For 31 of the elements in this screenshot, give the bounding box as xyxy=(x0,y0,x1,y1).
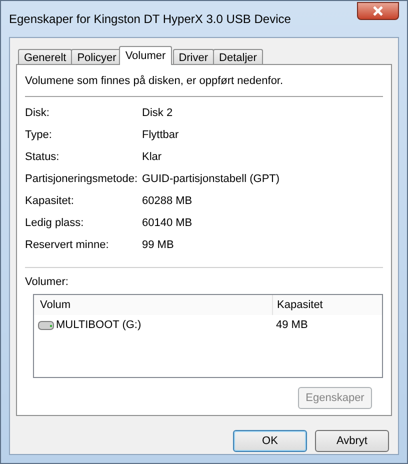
tab[interactable]: Driver xyxy=(172,49,214,64)
volume-capacity: 49 MB xyxy=(275,318,309,333)
property-label: Type: xyxy=(25,129,53,143)
property-label: Partisjoneringsmetode: xyxy=(25,173,139,187)
property-label: Kapasitet: xyxy=(25,195,75,209)
volume-name: MULTIBOOT (G:) xyxy=(56,319,142,331)
property-label: Disk: xyxy=(25,107,50,121)
column-header[interactable]: Kapasitet xyxy=(272,295,382,315)
volume-row[interactable]: MULTIBOOT (G:) 49 MB xyxy=(34,315,382,335)
tab[interactable]: Detaljer xyxy=(213,49,263,64)
close-icon xyxy=(372,6,384,16)
close-button[interactable] xyxy=(357,2,399,20)
property-value: Klar xyxy=(142,151,162,165)
dialog-button[interactable]: OK xyxy=(233,430,307,452)
tab[interactable]: Generelt xyxy=(18,49,72,64)
property-value: 60140 MB xyxy=(142,217,192,231)
property-label: Ledig plass: xyxy=(25,217,85,231)
tab[interactable]: Volumer xyxy=(119,46,172,65)
property-value: 60288 MB xyxy=(142,195,192,209)
property-label: Status: xyxy=(25,151,60,165)
property-value: 99 MB xyxy=(142,239,174,253)
property-value: Flyttbar xyxy=(142,129,179,143)
property-value: Disk 2 xyxy=(142,107,173,121)
dialog-button[interactable]: Avbryt xyxy=(315,430,389,452)
drive-icon xyxy=(38,320,54,330)
window-title: Egenskaper for Kingston DT HyperX 3.0 USB Device xyxy=(9,12,291,26)
property-value: GUID-partisjonstabell (GPT) xyxy=(142,173,280,187)
column-header[interactable]: Volum xyxy=(34,299,272,311)
description-text: Volumene som finnes på disken, er oppført nedenfor. xyxy=(25,75,284,87)
section-label: Volumer: xyxy=(25,276,68,288)
property-label: Reservert minne: xyxy=(25,239,110,253)
